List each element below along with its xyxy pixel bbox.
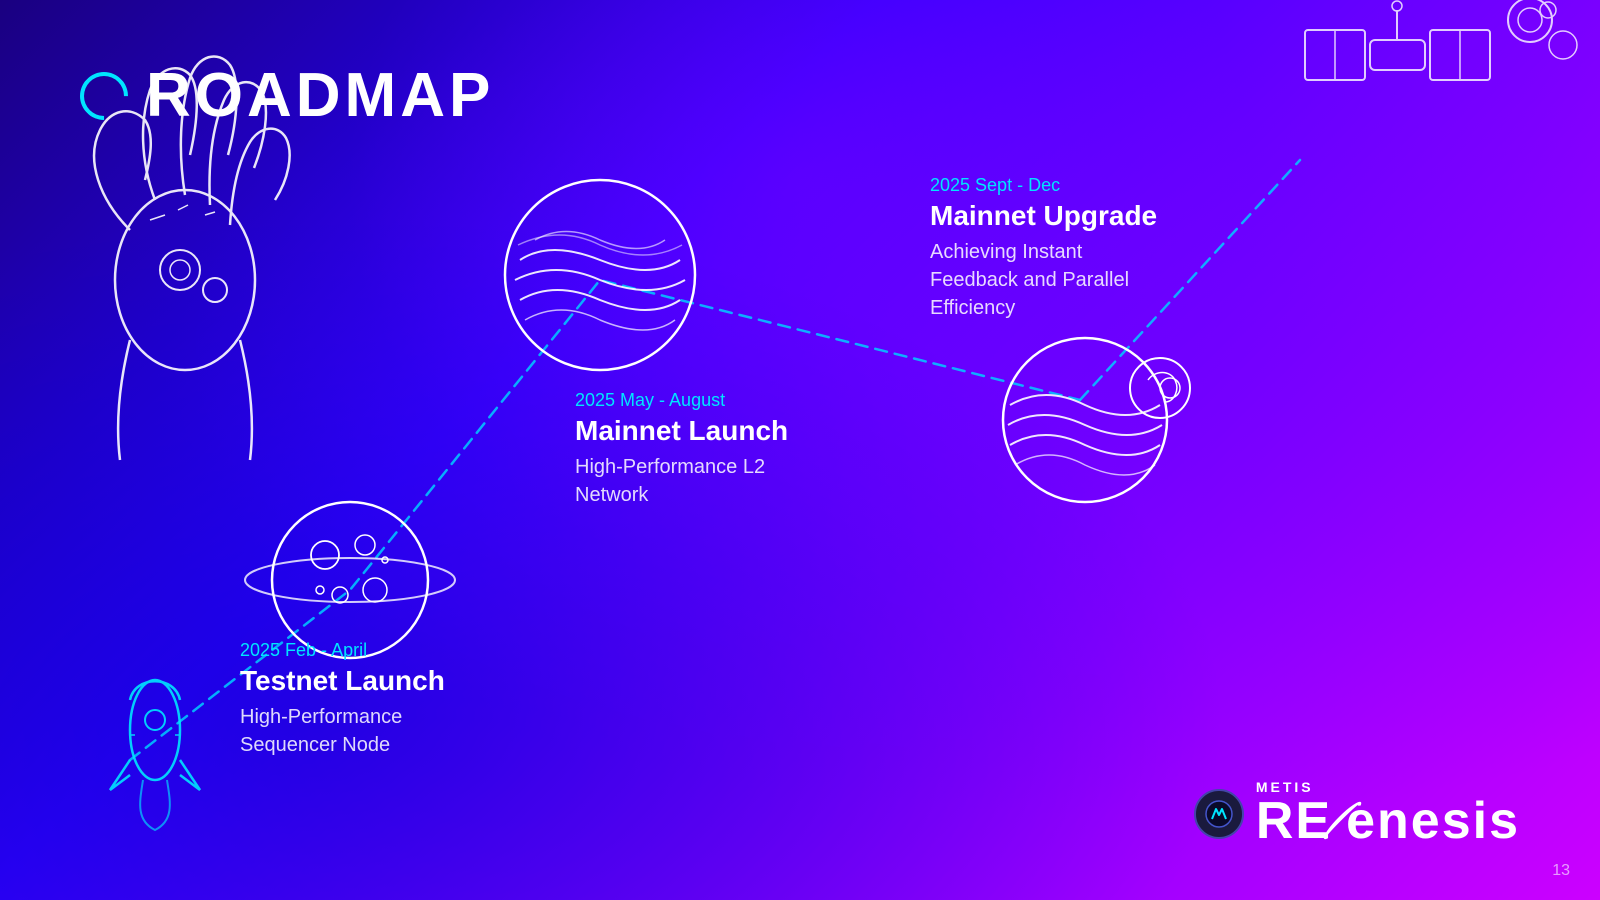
- rocket: [110, 680, 200, 830]
- testnet-date: 2025 Feb - April: [240, 640, 445, 661]
- mainnet-launch-planet: [505, 180, 695, 370]
- background-overlay: [0, 0, 1600, 900]
- milestone-mainnet-launch: 2025 May - August Mainnet Launch High-Pe…: [575, 390, 788, 509]
- genesis-text: REenesis: [1256, 795, 1520, 850]
- mainnet-upgrade-desc: Achieving Instant Feedback and Parallel …: [930, 238, 1157, 322]
- metis-logo: METIS REenesis: [1194, 779, 1520, 850]
- mainnet-upgrade-name: Mainnet Upgrade: [930, 200, 1157, 232]
- page-title: ROADMAP: [146, 60, 494, 131]
- testnet-desc: High-Performance Sequencer Node: [240, 703, 445, 759]
- title-area: ROADMAP: [80, 60, 494, 131]
- testnet-planet: [245, 502, 455, 658]
- milestone-testnet: 2025 Feb - April Testnet Launch High-Per…: [240, 640, 445, 759]
- canvas-svg: [0, 0, 1600, 900]
- mainnet-upgrade-date: 2025 Sept - Dec: [930, 175, 1157, 196]
- slide: ROADMAP 2025 Feb - April Testnet Launch …: [0, 0, 1600, 900]
- logo-c-icon: [70, 62, 138, 130]
- testnet-name: Testnet Launch: [240, 665, 445, 697]
- milestone-mainnet-upgrade: 2025 Sept - Dec Mainnet Upgrade Achievin…: [930, 175, 1157, 322]
- metis-text-block: METIS REenesis: [1256, 779, 1520, 850]
- mainnet-launch-desc: High-Performance L2 Network: [575, 453, 788, 509]
- page-number: 13: [1552, 862, 1570, 880]
- space-station: [1305, 0, 1577, 80]
- metis-icon: [1194, 789, 1244, 839]
- mainnet-launch-date: 2025 May - August: [575, 390, 788, 411]
- mainnet-launch-name: Mainnet Launch: [575, 415, 788, 447]
- mainnet-upgrade-planet: [1003, 338, 1190, 502]
